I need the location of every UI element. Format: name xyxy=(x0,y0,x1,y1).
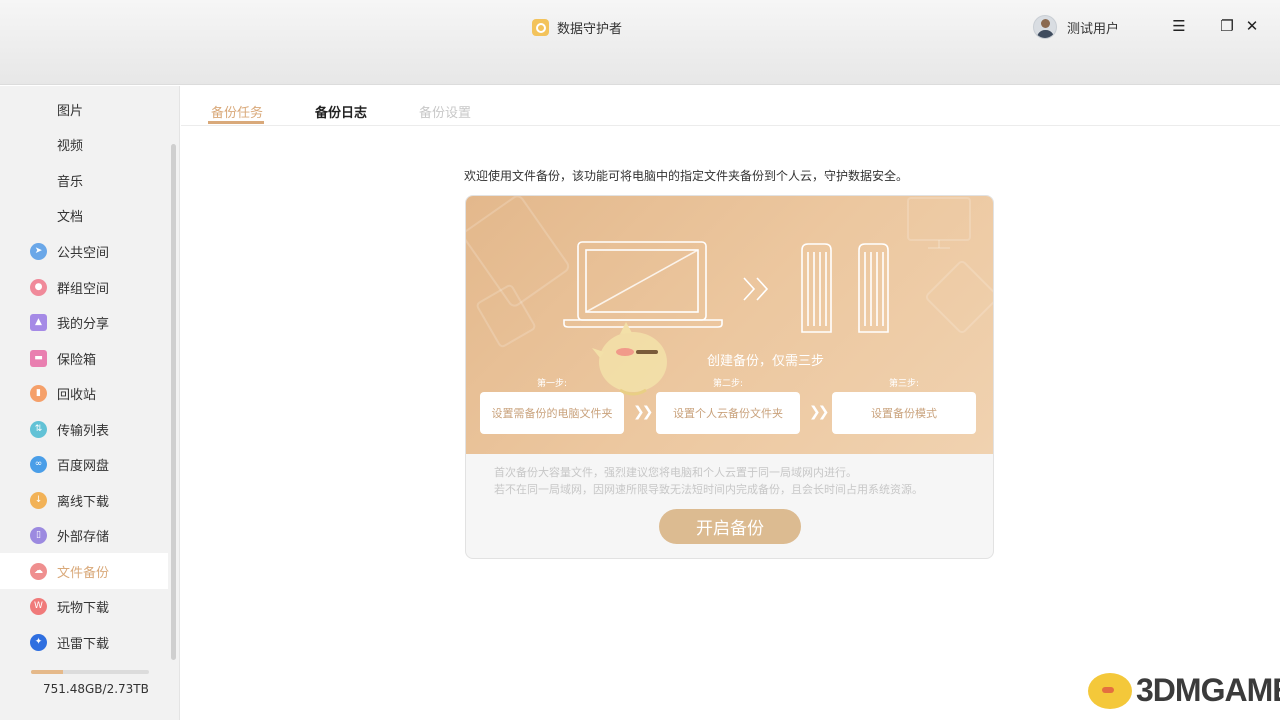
step-3-button[interactable]: 设置备份模式 xyxy=(832,392,976,434)
sidebar-item-pictures[interactable]: 图片 xyxy=(0,91,168,127)
sidebar-item-safe-box[interactable]: ▬ 保险箱 xyxy=(0,340,168,376)
sidebar-item-label: 回收站 xyxy=(57,387,97,403)
backup-icon: ☁ xyxy=(30,562,47,580)
intro-text: 欢迎使用文件备份，该功能可将电脑中的指定文件夹备份到个人云，守护数据安全。 xyxy=(464,169,909,183)
sidebar-item-offline-download[interactable]: ↓ 离线下载 xyxy=(0,482,168,518)
watermark-chick-icon xyxy=(1088,672,1132,709)
app-title: 数据守护者 xyxy=(532,17,622,37)
sidebar-item-label: 图片 xyxy=(57,103,84,119)
note-line-2: 若不在同一局域网，因网速所限导致无法短时间内完成备份，且会长时间占用系统资源。 xyxy=(494,483,923,496)
sidebar-item-label: 玩物下载 xyxy=(57,600,110,616)
sidebar-item-label: 群组空间 xyxy=(57,281,110,297)
download-icon: ↓ xyxy=(30,491,47,509)
sidebar-item-group-space[interactable]: ● 群组空间 xyxy=(0,269,168,305)
sidebar-item-documents[interactable]: 文档 xyxy=(0,197,168,233)
safe-box-icon: ▬ xyxy=(30,349,47,367)
sidebar-scrollbar[interactable] xyxy=(171,144,176,660)
restore-icon[interactable]: ❐ xyxy=(1217,16,1237,36)
sidebar-item-thunder-download[interactable]: ✦ 迅雷下载 xyxy=(0,624,168,660)
sidebar-item-public-space[interactable]: ➤ 公共空间 xyxy=(0,233,168,269)
user-name: 测试用户 xyxy=(1067,21,1120,37)
sidebar-item-label: 保险箱 xyxy=(57,352,97,368)
sidebar-item-label: 视频 xyxy=(57,138,84,154)
sidebar: 图片 视频 音乐 文档 ➤ 公共空间 ● 群组空间 ▲ 我的分享 ▬ 保险箱 ▮… xyxy=(0,86,180,720)
step-3-label: 第三步: xyxy=(888,379,920,389)
app-title-text: 数据守护者 xyxy=(557,21,623,37)
banner-title: 创建备份，仅需三步 xyxy=(706,354,824,369)
step-2-label: 第二步: xyxy=(712,379,744,389)
sidebar-item-music[interactable]: 音乐 xyxy=(0,162,168,198)
sidebar-item-label: 文档 xyxy=(57,209,84,225)
group-icon: ● xyxy=(30,278,47,296)
baidu-cloud-icon: ∞ xyxy=(30,455,47,473)
trash-icon: ▮ xyxy=(30,384,47,402)
storage-usage-bar xyxy=(31,670,149,674)
wanwu-icon: W xyxy=(30,597,47,615)
usb-icon: ▯ xyxy=(30,526,47,544)
avatar[interactable] xyxy=(1033,15,1057,39)
user-account[interactable]: 测试用户 xyxy=(1033,15,1119,39)
storage-usage-text: 751.48GB/2.73TB xyxy=(43,682,149,696)
app-logo-icon xyxy=(532,18,549,36)
sidebar-item-label: 外部存储 xyxy=(57,529,110,545)
paper-plane-icon: ➤ xyxy=(30,242,47,260)
mascot-chick-icon xyxy=(592,322,667,396)
tab-backup-settings[interactable]: 备份设置 xyxy=(419,102,471,121)
sidebar-item-label: 音乐 xyxy=(57,174,84,190)
start-backup-button[interactable]: 开启备份 xyxy=(659,509,801,544)
transfer-icon: ⇅ xyxy=(30,420,47,438)
sidebar-item-label: 公共空间 xyxy=(57,245,110,261)
sidebar-item-file-backup[interactable]: ☁ 文件备份 xyxy=(0,553,168,589)
thunder-icon: ✦ xyxy=(30,633,47,651)
sidebar-item-label: 离线下载 xyxy=(57,494,110,510)
sidebar-item-transfer-list[interactable]: ⇅ 传输列表 xyxy=(0,411,168,447)
storage-usage-fill xyxy=(31,670,63,674)
backup-banner: 创建备份，仅需三步 第一步: 设置需备份的电脑文件夹 ❯❯ 第二步: 设置个人云… xyxy=(466,196,993,454)
watermark-text: 3DMGAME xyxy=(1136,672,1280,708)
tab-backup-tasks[interactable]: 备份任务 xyxy=(211,102,263,121)
share-image-icon: ▲ xyxy=(30,313,47,331)
tab-backup-log[interactable]: 备份日志 xyxy=(315,102,367,121)
backup-card: 创建备份，仅需三步 第一步: 设置需备份的电脑文件夹 ❯❯ 第二步: 设置个人云… xyxy=(465,195,994,559)
title-bar: 数据守护者 测试用户 ☰ ❐ ✕ xyxy=(0,0,1280,85)
sidebar-item-label: 我的分享 xyxy=(57,316,110,332)
step-arrow-icon: ❯❯ xyxy=(633,404,654,420)
sidebar-item-label: 百度网盘 xyxy=(57,458,110,474)
menu-icon[interactable]: ☰ xyxy=(1169,16,1189,36)
sidebar-item-external-storage[interactable]: ▯ 外部存储 xyxy=(0,517,168,553)
sidebar-item-label: 传输列表 xyxy=(57,423,110,439)
sidebar-item-my-share[interactable]: ▲ 我的分享 xyxy=(0,304,168,340)
sidebar-item-videos[interactable]: 视频 xyxy=(0,126,168,162)
tab-active-indicator xyxy=(208,121,264,124)
sidebar-item-label: 文件备份 xyxy=(57,565,110,581)
tab-bar: 备份任务 备份日志 备份设置 xyxy=(181,86,1280,126)
sidebar-item-baidu-netdisk[interactable]: ∞ 百度网盘 xyxy=(0,446,168,482)
step-2-button[interactable]: 设置个人云备份文件夹 xyxy=(656,392,800,434)
close-icon[interactable]: ✕ xyxy=(1242,16,1262,36)
sidebar-item-recycle-bin[interactable]: ▮ 回收站 xyxy=(0,375,168,411)
note-line-1: 首次备份大容量文件，强烈建议您将电脑和个人云置于同一局域网内进行。 xyxy=(494,466,857,479)
sidebar-item-wanwu-download[interactable]: W 玩物下载 xyxy=(0,588,168,624)
watermark: 3DMGAME xyxy=(1088,672,1280,709)
step-arrow-icon: ❯❯ xyxy=(809,404,830,420)
sidebar-item-label: 迅雷下载 xyxy=(57,636,110,652)
